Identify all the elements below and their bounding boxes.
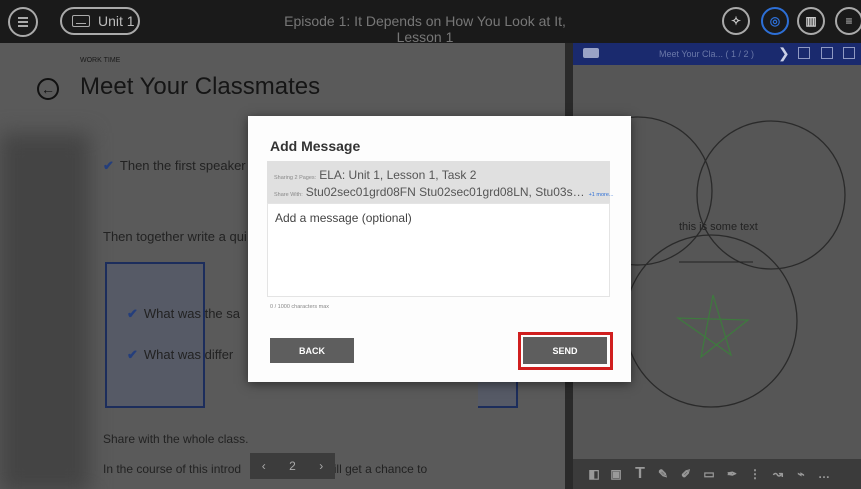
compass-icon[interactable]: ✧ — [722, 7, 750, 35]
grid-icon[interactable]: ⋮ — [748, 467, 762, 481]
page-number: 2 — [289, 459, 296, 473]
episode-title: Episode 1: It Depends on How You Look at… — [284, 13, 566, 45]
unit-selector[interactable]: Unit 1 — [60, 7, 140, 35]
top-bar: Unit 1 Episode 1: It Depends on How You … — [0, 0, 861, 45]
star-sketch — [676, 294, 750, 359]
canvas-text: this is some text — [679, 221, 758, 233]
together-text: Then together write a qui — [103, 229, 247, 244]
marker-icon[interactable]: ✐ — [679, 467, 693, 481]
share-with-row: Share With: Stu02sec01grd08FN Stu02sec01g… — [274, 183, 614, 201]
more-icon[interactable]: … — [817, 467, 831, 481]
page-title: Meet Your Classmates — [80, 73, 321, 100]
next-page-icon[interactable]: ❯ — [778, 45, 790, 62]
notes-icon[interactable]: ≡ — [835, 7, 861, 35]
share-with-value: Stu02sec01grd08FN Stu02sec01grd08LN, Stu… — [305, 185, 585, 199]
check-icon: ✔ — [127, 347, 138, 362]
keyboard-icon — [72, 15, 90, 27]
menu-icon[interactable] — [8, 7, 38, 37]
notebook-header: Meet Your Cla... ( 1 / 2 ) ❯ — [573, 43, 861, 65]
step-text-label: Then the first speaker — [119, 158, 246, 173]
link-icon[interactable]: ⌁ — [794, 467, 808, 481]
share-text: Share with the whole class. — [103, 432, 249, 446]
pen-icon[interactable]: ✎ — [656, 467, 670, 481]
sharing-info: Sharing 2 Pages: ELA: Unit 1, Lesson 1, T… — [267, 161, 614, 203]
sharing-value: ELA: Unit 1, Lesson 1, Task 2 — [319, 168, 477, 182]
text-tool-icon[interactable]: T — [633, 466, 647, 482]
more-recipients-link[interactable]: +1 more... — [589, 192, 614, 198]
panel-icon[interactable]: ◧ — [587, 467, 601, 481]
unit-label: Unit 1 — [98, 13, 135, 29]
check-icon: ✔ — [103, 158, 114, 173]
star-icon[interactable] — [843, 47, 855, 59]
sharing-pages-row: Sharing 2 Pages: ELA: Unit 1, Lesson 1, T… — [274, 166, 476, 184]
frame-icon[interactable]: ▣ — [609, 467, 623, 481]
step-text: ✔ Then the first speaker — [103, 158, 246, 174]
share-with-label: Share With: — [274, 192, 303, 198]
drawing-toolbar: ◧ ▣ T ✎ ✐ ▭ ✒ ⋮ ↝ ⌁ … — [573, 459, 861, 489]
question-item: ✔ What was differ — [127, 347, 234, 362]
question-item: ✔ What was the sa — [127, 306, 241, 321]
next-page-icon[interactable]: › — [319, 459, 323, 473]
venn-circle-right — [696, 120, 846, 270]
add-page-icon[interactable] — [798, 47, 810, 59]
library-icon[interactable]: ▥ — [797, 7, 825, 35]
pager[interactable]: ‹ 2 › — [250, 453, 335, 479]
check-icon: ✔ — [127, 306, 138, 321]
section-label: WORK TIME — [80, 57, 121, 64]
brush-icon[interactable]: ✒ — [725, 467, 739, 481]
back-arrow-icon[interactable]: ← — [37, 78, 59, 100]
message-placeholder: Add a message (optional) — [275, 211, 412, 225]
add-message-dialog: Add Message Sharing 2 Pages: ELA: Unit 1,… — [248, 116, 631, 382]
message-input[interactable]: Add a message (optional) — [267, 203, 610, 297]
char-count: 0 / 1000 characters max — [270, 304, 330, 310]
send-button[interactable]: SEND — [523, 337, 607, 364]
share-icon[interactable] — [821, 47, 833, 59]
sharing-label: Sharing 2 Pages: — [274, 175, 317, 181]
notebook-title: Meet Your Cla... ( 1 / 2 ) — [659, 49, 755, 59]
eraser-icon[interactable]: ▭ — [702, 467, 716, 481]
shapes-icon[interactable]: ↝ — [771, 467, 785, 481]
globe-icon[interactable]: ◎ — [761, 7, 789, 35]
prev-page-icon[interactable]: ‹ — [262, 459, 266, 473]
chat-icon[interactable] — [583, 48, 599, 58]
dialog-title: Add Message — [270, 138, 361, 154]
venn-circle-bottom — [624, 234, 798, 408]
questions-box: ✔ What was the sa ✔ What was differ — [105, 262, 240, 408]
back-button[interactable]: BACK — [270, 338, 354, 363]
